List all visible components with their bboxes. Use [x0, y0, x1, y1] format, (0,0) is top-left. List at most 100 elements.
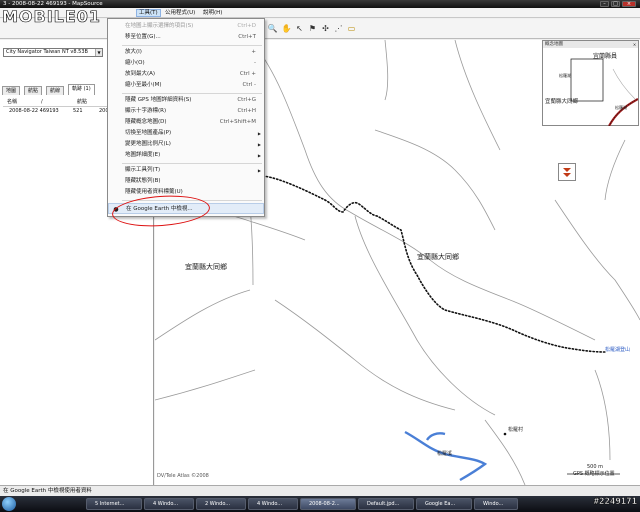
chevron-down-icon: ▼ — [95, 49, 102, 56]
menu-show-crosshair[interactable]: 顯示十字游標(R) Ctrl+H — [108, 106, 264, 117]
maximize-button[interactable]: □ — [611, 1, 620, 7]
status-text: 在 Google Earth 中檢視使用者資料 — [3, 488, 92, 494]
menu-item-label: 隱藏概念地圖(D) — [125, 119, 167, 125]
taskbar-item-windows-4[interactable]: Windo... — [474, 498, 518, 510]
overview-label-3: 松羅湖 — [615, 105, 627, 110]
waypoint-flag-icon[interactable]: ⚑ — [307, 23, 318, 34]
taskbar-item-windows-2[interactable]: 2 Windo... — [196, 498, 246, 510]
overview-label-2: 宜蘭縣大同鄉 — [545, 99, 579, 105]
menu-item-label: 移至位置(G)... — [125, 34, 161, 40]
menu-item-label: 切換至地圖產品(P) — [125, 130, 172, 136]
ruler-icon[interactable]: ▭ — [346, 23, 357, 34]
menu-item-label: 變更地圖比例尺(L) — [125, 141, 171, 147]
column-name[interactable]: 名稱 — [7, 98, 17, 107]
hand-icon[interactable]: ✋ — [281, 23, 292, 34]
menu-tools[interactable]: 工具(T) — [136, 9, 161, 17]
gps-track-line[interactable] — [262, 175, 606, 353]
menu-item-label: 縮小(O) — [125, 60, 145, 66]
menu-separator — [122, 163, 262, 164]
taskbar-item-windows-1[interactable]: 4 Windo... — [144, 498, 194, 510]
menu-map-detail[interactable]: 地圖詳細度(E) ▶ — [108, 150, 264, 161]
menu-item-label: 放到最大(A) — [125, 71, 156, 77]
double-chevron-down-icon — [563, 168, 571, 177]
track-icon[interactable]: ⋰ — [333, 23, 344, 34]
menu-item-shortcut: Ctrl+Shift+M — [219, 119, 256, 125]
menu-item-label: 隱藏使用者資料標籤(U) — [125, 189, 183, 195]
overview-title: 概念地圖 — [543, 41, 638, 48]
menu-item-label: 在地圖上顯示選擇的項目(S) — [125, 23, 194, 29]
close-icon[interactable]: × — [632, 42, 637, 47]
menu-item-label: 隱藏 GPS 地圖詳細資料(S) — [125, 97, 192, 103]
map-product-select[interactable]: City Navigator Taiwan NT v8.53B ▼ — [3, 48, 103, 57]
menu-item-shortcut: Ctrl+D — [237, 23, 256, 29]
menu-item-shortcut: Ctrl+T — [238, 34, 256, 40]
sort-indicator: / — [41, 99, 43, 105]
track-point-count: 521 — [73, 108, 83, 114]
taskbar-item-default-jpd[interactable]: Default.jpd... — [358, 498, 414, 510]
menu-help[interactable]: 說明(H) — [201, 9, 224, 17]
map-copyright: DV/Tele Atlas ©2008 — [157, 473, 209, 479]
track-name: 2008-08-22 469193 — [9, 108, 59, 114]
menu-separator — [122, 45, 262, 46]
map-label-village: 松羅村 — [508, 427, 524, 433]
menu-item-shortcut: - — [254, 60, 256, 66]
status-bar: 在 Google Earth 中檢視使用者資料 — [0, 485, 640, 496]
menu-item-shortcut: Ctrl - — [242, 82, 256, 88]
menu-item-shortcut: Ctrl+H — [237, 108, 256, 114]
overview-label-0: 宜蘭縣員 — [593, 53, 618, 60]
tab-tracks[interactable]: 軌跡 (1) — [68, 84, 95, 95]
taskbar-item-mapsource[interactable]: 2008-08-2... — [300, 498, 356, 510]
menu-separator — [122, 93, 262, 94]
tab-routes[interactable]: 航線 — [46, 86, 65, 95]
map-label-township-left: 宜蘭縣大同鄉 — [185, 263, 227, 271]
submenu-arrow-icon: ▶ — [257, 131, 261, 136]
menu-zoom-in[interactable]: 放大(I) + — [108, 47, 264, 58]
minimize-button[interactable]: – — [600, 1, 609, 7]
tab-maps[interactable]: 地圖 — [2, 86, 21, 95]
submenu-arrow-icon: ▶ — [257, 168, 261, 173]
taskbar-item-google-earth[interactable]: Google Ea... — [416, 498, 472, 510]
menu-item-shortcut: + — [251, 49, 256, 55]
menu-change-scale[interactable]: 變更地圖比例尺(L) ▶ — [108, 139, 264, 150]
menu-item-shortcut: Ctrl+G — [237, 97, 256, 103]
menu-utilities[interactable]: 公用程式(U) — [163, 9, 197, 17]
menu-item-label: 顯示工具列(T) — [125, 167, 161, 173]
route-icon[interactable]: ✣ — [320, 23, 331, 34]
taskbar-item-internet[interactable]: 5 Internet... — [86, 498, 142, 510]
close-button[interactable]: × — [622, 1, 636, 7]
mobile01-logo: MOBILE01 — [2, 3, 128, 27]
start-button[interactable] — [2, 497, 16, 511]
menu-zoom-out[interactable]: 縮小(O) - — [108, 58, 264, 69]
menu-zoom-max[interactable]: 放到最大(A) Ctrl + — [108, 69, 264, 80]
menu-hide-statusbar[interactable]: 隱藏狀態列(B) — [108, 176, 264, 187]
logo-text: MOBILE01 — [2, 7, 102, 27]
magnify-icon[interactable]: 🔍 — [267, 23, 278, 34]
menu-item-label: 放大(I) — [125, 49, 142, 55]
overview-canvas — [570, 58, 638, 126]
column-points[interactable]: 航點 — [77, 98, 87, 107]
menu-show-selected[interactable]: 在地圖上顯示選擇的項目(S) Ctrl+D — [108, 21, 264, 32]
mapsource-window: 3 - 2008-08-22 469193 - MapSource – □ × … — [0, 0, 640, 512]
gps-note-label: GPS 概略標示位置 — [573, 471, 615, 477]
menu-show-toolbar[interactable]: 顯示工具列(T) ▶ — [108, 165, 264, 176]
select-arrow-icon[interactable]: ↖ — [294, 23, 305, 34]
tab-waypoints[interactable]: 航點 — [24, 86, 43, 95]
map-product-value: City Navigator Taiwan NT v8.53B — [6, 49, 88, 55]
village-marker — [503, 432, 507, 436]
overview-map[interactable]: 概念地圖 × 宜蘭縣員 松羅湖 宜蘭縣大同鄉 松羅湖 — [542, 40, 639, 126]
menu-item-label: 縮小至最小(M) — [125, 82, 162, 88]
menu-hide-overview-map[interactable]: 隱藏概念地圖(D) Ctrl+Shift+M — [108, 117, 264, 128]
overview-label-1: 松羅湖 — [559, 73, 571, 78]
menu-item-label: 地圖詳細度(E) — [125, 152, 161, 158]
taskbar: 5 Internet... 4 Windo... 2 Windo... 4 Wi… — [0, 496, 640, 512]
taskbar-item-windows-3[interactable]: 4 Windo... — [248, 498, 298, 510]
menu-hide-gps-detail[interactable]: 隱藏 GPS 地圖詳細資料(S) Ctrl+G — [108, 95, 264, 106]
view-dropdown-menu: 在地圖上顯示選擇的項目(S) Ctrl+D 移至位置(G)... Ctrl+T … — [107, 18, 265, 217]
menu-go-to-location[interactable]: 移至位置(G)... Ctrl+T — [108, 32, 264, 43]
menu-zoom-min[interactable]: 縮小至最小(M) Ctrl - — [108, 80, 264, 91]
menu-item-label: 隱藏狀態列(B) — [125, 178, 161, 184]
scroll-down-button[interactable] — [558, 163, 576, 181]
menu-item-shortcut: Ctrl + — [239, 71, 256, 77]
map-label-peak: 松羅湖登山 — [605, 347, 631, 353]
menu-switch-map-product[interactable]: 切換至地圖產品(P) ▶ — [108, 128, 264, 139]
